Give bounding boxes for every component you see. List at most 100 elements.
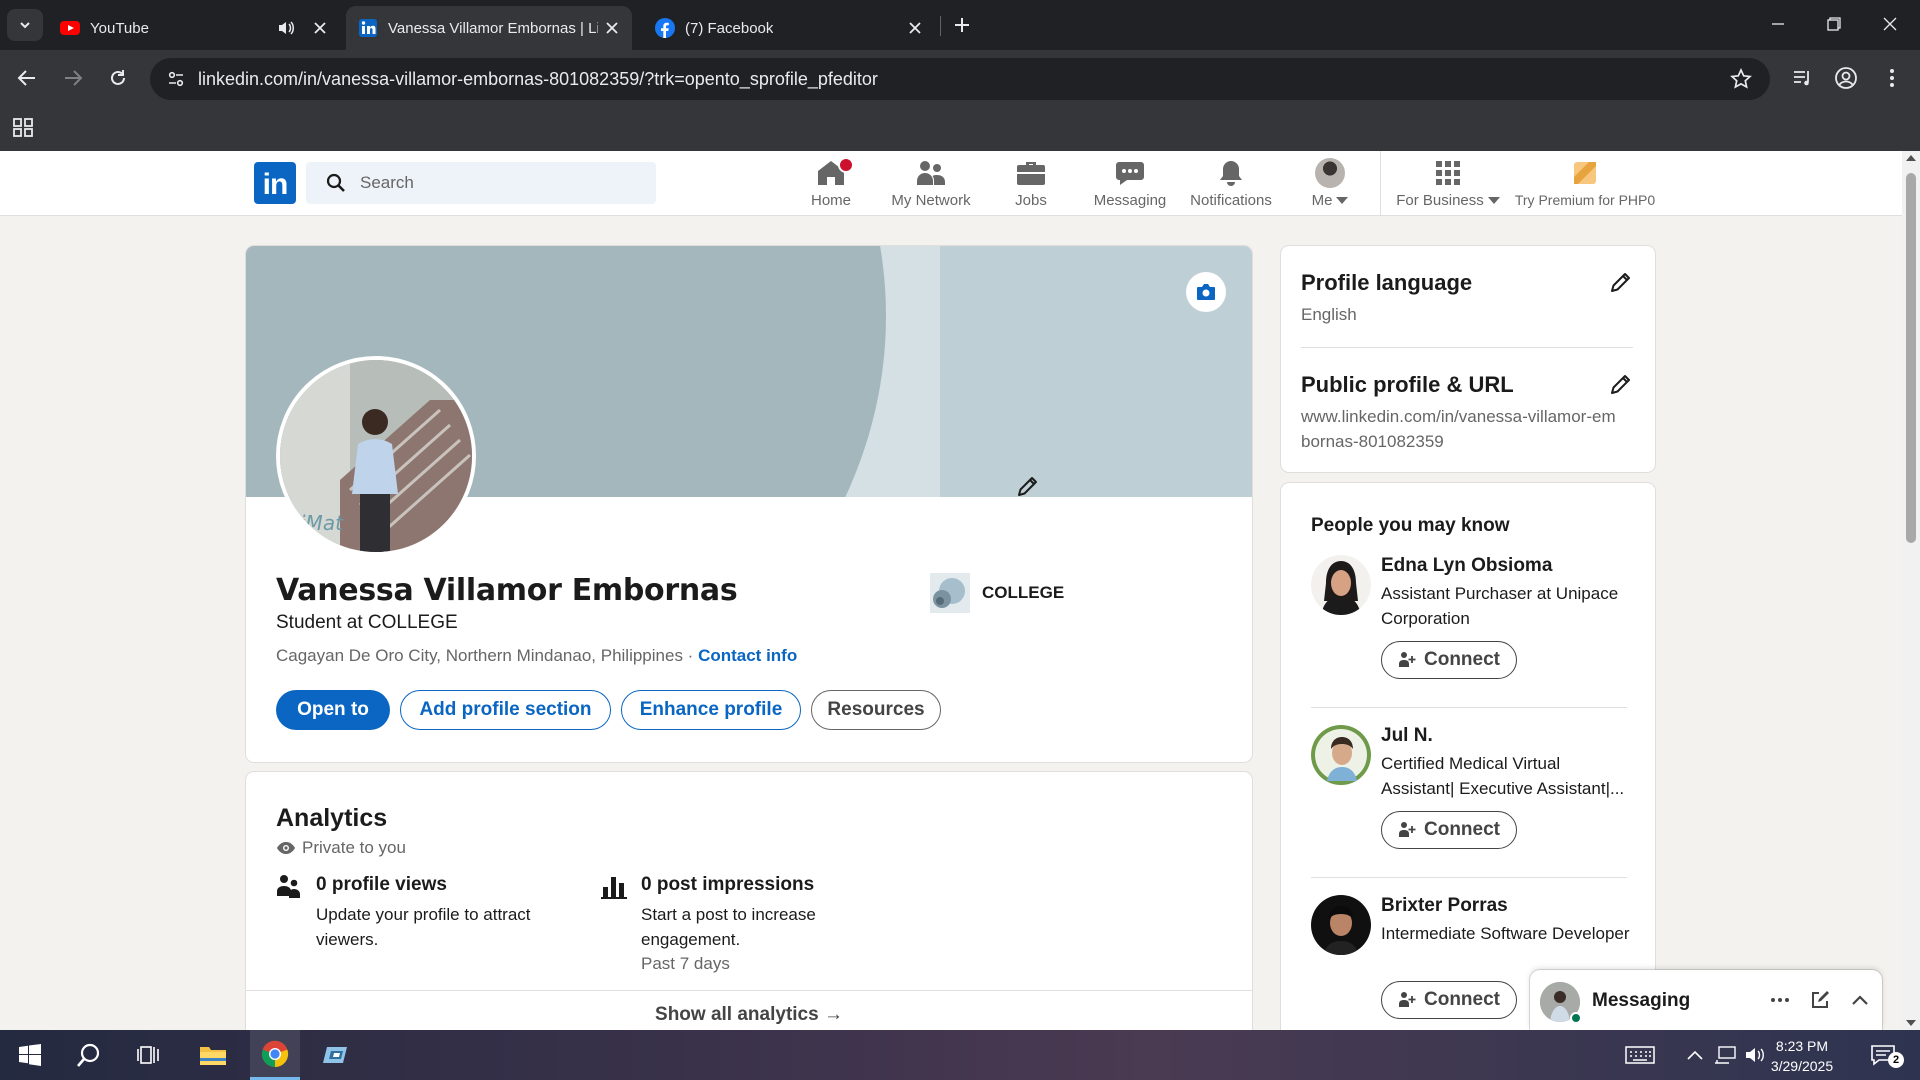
add-profile-section-button[interactable]: Add profile section xyxy=(400,690,611,730)
system-clock[interactable]: 8:23 PM 3/29/2025 xyxy=(1762,1036,1842,1076)
open-to-button[interactable]: Open to xyxy=(276,690,390,730)
linkedin-logo[interactable]: in xyxy=(254,162,296,204)
nav-jobs[interactable]: Jobs xyxy=(1000,157,1062,213)
online-status-dot xyxy=(1570,1012,1582,1024)
add-person-icon xyxy=(1399,652,1416,667)
post-impressions-title: 0 post impressions xyxy=(641,874,815,895)
close-tab-icon[interactable] xyxy=(602,18,622,38)
more-options-icon[interactable] xyxy=(1766,986,1794,1014)
person-name[interactable]: Edna Lyn Obsioma xyxy=(1381,555,1552,577)
search-input[interactable] xyxy=(360,173,640,193)
resources-button[interactable]: Resources xyxy=(811,690,941,730)
messaging-label: Messaging xyxy=(1592,990,1691,1011)
person-avatar[interactable] xyxy=(1311,895,1371,955)
minimize-button[interactable] xyxy=(1750,0,1806,48)
close-window-button[interactable] xyxy=(1862,0,1918,48)
bookmark-star-icon[interactable] xyxy=(1730,68,1752,90)
media-controls-icon[interactable] xyxy=(1784,60,1820,96)
page-scrollbar[interactable] xyxy=(1902,151,1920,1030)
person-name[interactable]: Jul N. xyxy=(1381,725,1433,747)
pencil-icon xyxy=(1611,273,1630,292)
tab-facebook[interactable]: (7) Facebook xyxy=(645,6,935,50)
keyboard-icon[interactable] xyxy=(1620,1030,1660,1080)
education-link[interactable]: COLLEGE xyxy=(930,573,1064,613)
search-box[interactable] xyxy=(306,162,656,204)
app-taskbar-button[interactable] xyxy=(312,1030,362,1080)
url-text: linkedin.com/in/vanessa-villamor-emborna… xyxy=(198,68,878,89)
chevron-up-icon[interactable] xyxy=(1846,986,1874,1014)
network-icon[interactable] xyxy=(1710,1030,1740,1080)
analytics-card: Analytics Private to you 0 profile views… xyxy=(245,771,1253,1041)
edit-cover-button[interactable] xyxy=(1186,272,1226,312)
back-arrow-icon xyxy=(17,70,35,86)
nav-notifications[interactable]: Notifications xyxy=(1186,157,1276,213)
chrome-menu-icon[interactable] xyxy=(1874,60,1910,96)
task-view-button[interactable] xyxy=(124,1030,174,1080)
nav-try-premium[interactable]: Try Premium for PHP0 xyxy=(1510,157,1660,213)
close-tab-icon[interactable] xyxy=(310,18,330,38)
profile-photo[interactable]: iMat xyxy=(276,356,476,556)
forward-arrow-icon xyxy=(65,70,83,86)
scroll-up-icon[interactable] xyxy=(1902,151,1920,165)
profile-location: Cagayan De Oro City, Northern Mindanao, … xyxy=(276,646,683,665)
add-person-icon xyxy=(1399,992,1416,1007)
app-icon xyxy=(323,1047,347,1063)
search-taskbar-button[interactable] xyxy=(64,1030,114,1080)
profile-language-title: Profile language xyxy=(1301,270,1473,295)
edit-intro-button[interactable] xyxy=(1010,468,1046,504)
post-impressions-period: Past 7 days xyxy=(641,954,730,973)
connect-button[interactable]: Connect xyxy=(1381,641,1517,679)
nav-messaging[interactable]: Messaging xyxy=(1090,157,1170,213)
edit-profile-language-button[interactable] xyxy=(1603,264,1639,300)
tab-title: Vanessa Villamor Embornas | Li xyxy=(388,19,598,37)
notification-center-button[interactable]: 2 xyxy=(1858,1030,1908,1080)
enhance-profile-button[interactable]: Enhance profile xyxy=(621,690,801,730)
profile-icon[interactable] xyxy=(1828,60,1864,96)
public-profile-title: Public profile & URL xyxy=(1301,372,1514,397)
nav-label: Try Premium for PHP0 xyxy=(1514,192,1656,208)
connect-button[interactable]: Connect xyxy=(1381,811,1517,849)
my-network-icon xyxy=(917,161,945,185)
profile-headline: Student at COLLEGE xyxy=(276,612,458,633)
tab-search-button[interactable] xyxy=(7,9,43,41)
person-name[interactable]: Brixter Porras xyxy=(1381,895,1508,917)
person-avatar[interactable] xyxy=(1311,725,1371,785)
chrome-taskbar-button[interactable] xyxy=(250,1030,300,1080)
nav-my-network[interactable]: My Network xyxy=(886,157,976,213)
profile-views-title: 0 profile views xyxy=(316,874,447,895)
restore-button[interactable] xyxy=(1806,0,1862,48)
back-button[interactable] xyxy=(9,60,45,96)
profile-actions: Open to Add profile section Enhance prof… xyxy=(276,690,941,730)
file-explorer-button[interactable] xyxy=(188,1030,238,1080)
tab-youtube[interactable]: YouTube xyxy=(50,6,340,50)
tab-title: (7) Facebook xyxy=(685,19,774,37)
contact-info-link[interactable]: Contact info xyxy=(698,646,797,665)
pencil-icon xyxy=(1018,477,1037,496)
edit-public-profile-button[interactable] xyxy=(1603,366,1639,402)
nav-home[interactable]: Home xyxy=(800,157,862,213)
compose-message-icon[interactable] xyxy=(1806,986,1834,1014)
people-you-may-know-card: People you may know Edna Lyn Obsioma Ass… xyxy=(1280,482,1656,1042)
profile-location-line: Cagayan De Oro City, Northern Mindanao, … xyxy=(276,646,797,666)
messaging-bar[interactable]: Messaging xyxy=(1530,970,1882,1030)
start-button[interactable] xyxy=(5,1030,55,1080)
scroll-down-icon[interactable] xyxy=(1902,1016,1920,1030)
site-info-icon[interactable] xyxy=(164,67,188,91)
linkedin-icon xyxy=(359,19,377,37)
scrollbar-thumb[interactable] xyxy=(1906,173,1916,543)
divider xyxy=(1311,707,1627,708)
connect-button[interactable]: Connect xyxy=(1381,981,1517,1019)
show-hidden-icons-chevron-icon[interactable] xyxy=(1680,1030,1710,1080)
close-tab-icon[interactable] xyxy=(905,18,925,38)
address-bar[interactable]: linkedin.com/in/vanessa-villamor-emborna… xyxy=(150,58,1770,100)
forward-button[interactable] xyxy=(55,60,91,96)
person-avatar[interactable] xyxy=(1311,555,1371,615)
reload-button[interactable] xyxy=(100,60,136,96)
tab-linkedin[interactable]: Vanessa Villamor Embornas | Li xyxy=(346,6,632,50)
apps-grid-icon[interactable] xyxy=(12,116,36,140)
new-tab-button[interactable] xyxy=(948,11,976,39)
nav-me[interactable]: Me xyxy=(1302,157,1358,213)
show-all-analytics-link[interactable]: Show all analytics → xyxy=(246,1004,1252,1026)
audio-playing-icon[interactable] xyxy=(276,18,296,38)
nav-for-business[interactable]: For Business xyxy=(1394,157,1502,213)
